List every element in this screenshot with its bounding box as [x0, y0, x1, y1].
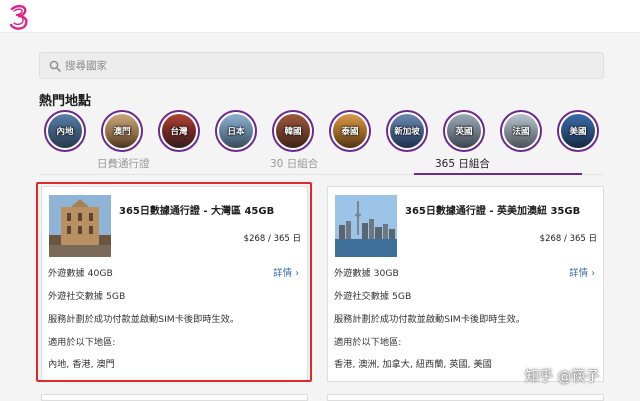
plan-social-data: 外遊社交數據 5GB — [334, 291, 412, 302]
destination-label: 法國 — [512, 127, 530, 137]
plan-title: 365日數據通行證 - 英美加澳紐 35GB — [405, 206, 581, 217]
destination-uk[interactable]: 英國 — [443, 110, 485, 152]
plan-regions: 香港, 澳洲, 加拿大, 紐西蘭, 英國, 美國 — [334, 359, 492, 370]
destination-label: 台灣 — [170, 127, 188, 137]
details-link[interactable]: 詳情 › — [273, 265, 299, 279]
destination-korea[interactable]: 韓國 — [272, 110, 314, 152]
plan-social-data: 外遊社交數據 5GB — [48, 291, 126, 302]
plan-data-allowance: 外遊數據 40GB — [48, 268, 113, 279]
active-tab-indicator — [414, 173, 582, 175]
details-label: 詳情 — [569, 268, 589, 279]
plan-data-allowance: 外遊數據 30GB — [334, 268, 399, 279]
destination-label: 泰國 — [341, 127, 359, 137]
details-label: 詳情 — [273, 268, 293, 279]
destination-label: 美國 — [569, 127, 587, 137]
plan-price: $268 / 365 日 — [243, 234, 301, 244]
destination-label: 澳門 — [113, 127, 131, 137]
plan-card-uk-us-ca-au-nz[interactable]: 365日數據通行證 - 英美加澳紐 35GB $268 / 365 日 外遊數據… — [327, 186, 604, 382]
destination-label: 內地 — [56, 127, 74, 137]
search-input[interactable] — [65, 55, 595, 77]
top-bar — [0, 0, 640, 33]
tab-daily-pass[interactable]: 日費通行證 — [97, 156, 150, 171]
plan-price: $268 / 365 日 — [539, 234, 597, 244]
destination-label: 韓國 — [284, 127, 302, 137]
destination-thailand[interactable]: 泰國 — [329, 110, 371, 152]
plan-applicable-label: 適用於以下地區: — [48, 337, 116, 348]
card-image-macau-ruins — [49, 195, 111, 257]
plan-service-note: 服務計劃於成功付款並啟動SIM卡後即時生效。 — [48, 314, 240, 325]
destination-label: 英國 — [455, 127, 473, 137]
destination-macau[interactable]: 澳門 — [101, 110, 143, 152]
watermark-text: 知乎 @筷子 — [525, 369, 600, 385]
search-bar[interactable] — [39, 52, 604, 79]
chevron-right-icon: › — [591, 268, 595, 279]
destination-japan[interactable]: 日本 — [215, 110, 257, 152]
card-image-toronto-skyline — [335, 195, 397, 257]
destination-france[interactable]: 法國 — [500, 110, 542, 152]
popular-destinations-title: 熱門地點 — [39, 94, 92, 109]
plan-applicable-label: 適用於以下地區: — [334, 337, 402, 348]
destination-singapore[interactable]: 新加坡 — [386, 110, 428, 152]
next-plan-card[interactable] — [41, 394, 308, 401]
next-plan-card[interactable] — [327, 394, 604, 401]
tab-30-day[interactable]: 30 日組合 — [270, 156, 318, 171]
destination-label: 日本 — [227, 127, 245, 137]
plan-service-note: 服務計劃於成功付款並啟動SIM卡後即時生效。 — [334, 314, 526, 325]
chevron-right-icon: › — [295, 268, 299, 279]
details-link[interactable]: 詳情 › — [569, 265, 595, 279]
three-logo-icon[interactable] — [8, 4, 32, 30]
plan-title: 365日數據通行證 - 大灣區 45GB — [119, 206, 275, 217]
destination-mainland[interactable]: 內地 — [44, 110, 86, 152]
destination-taiwan[interactable]: 台灣 — [158, 110, 200, 152]
destination-usa[interactable]: 美國 — [557, 110, 599, 152]
destination-label: 新加坡 — [394, 127, 420, 137]
plan-regions: 內地, 香港, 澳門 — [48, 359, 115, 370]
search-icon — [49, 60, 61, 72]
plan-card-greater-bay-area[interactable]: 365日數據通行證 - 大灣區 45GB $268 / 365 日 外遊數據 4… — [41, 186, 308, 382]
plan-tabs: 日費通行證 30 日組合 365 日組合 — [39, 152, 604, 176]
tab-365-day[interactable]: 365 日組合 — [435, 156, 490, 171]
